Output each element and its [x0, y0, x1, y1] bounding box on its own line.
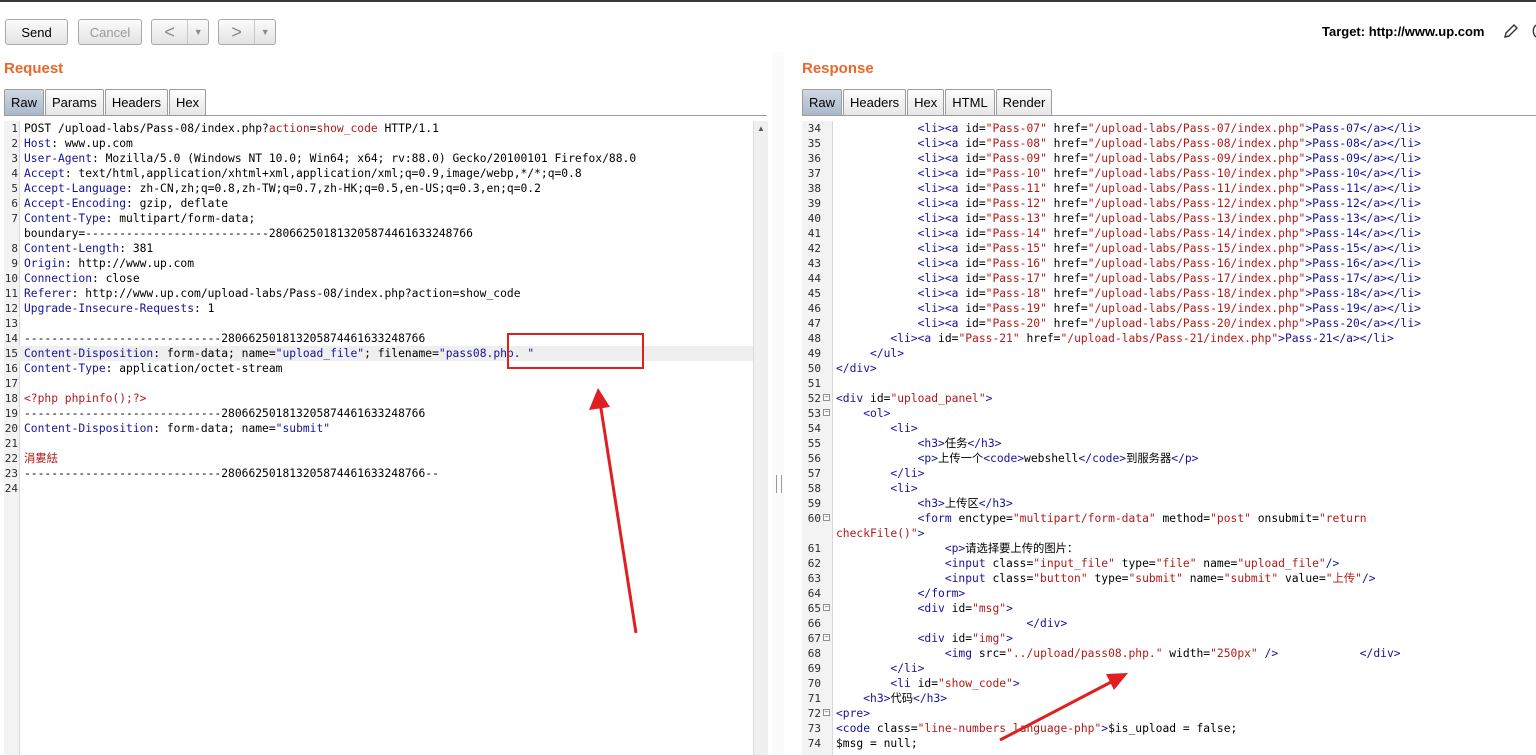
annotation-arrow-left [589, 388, 638, 634]
annotation-arrows [589, 388, 1128, 742]
annotation-arrow-right [999, 673, 1128, 742]
